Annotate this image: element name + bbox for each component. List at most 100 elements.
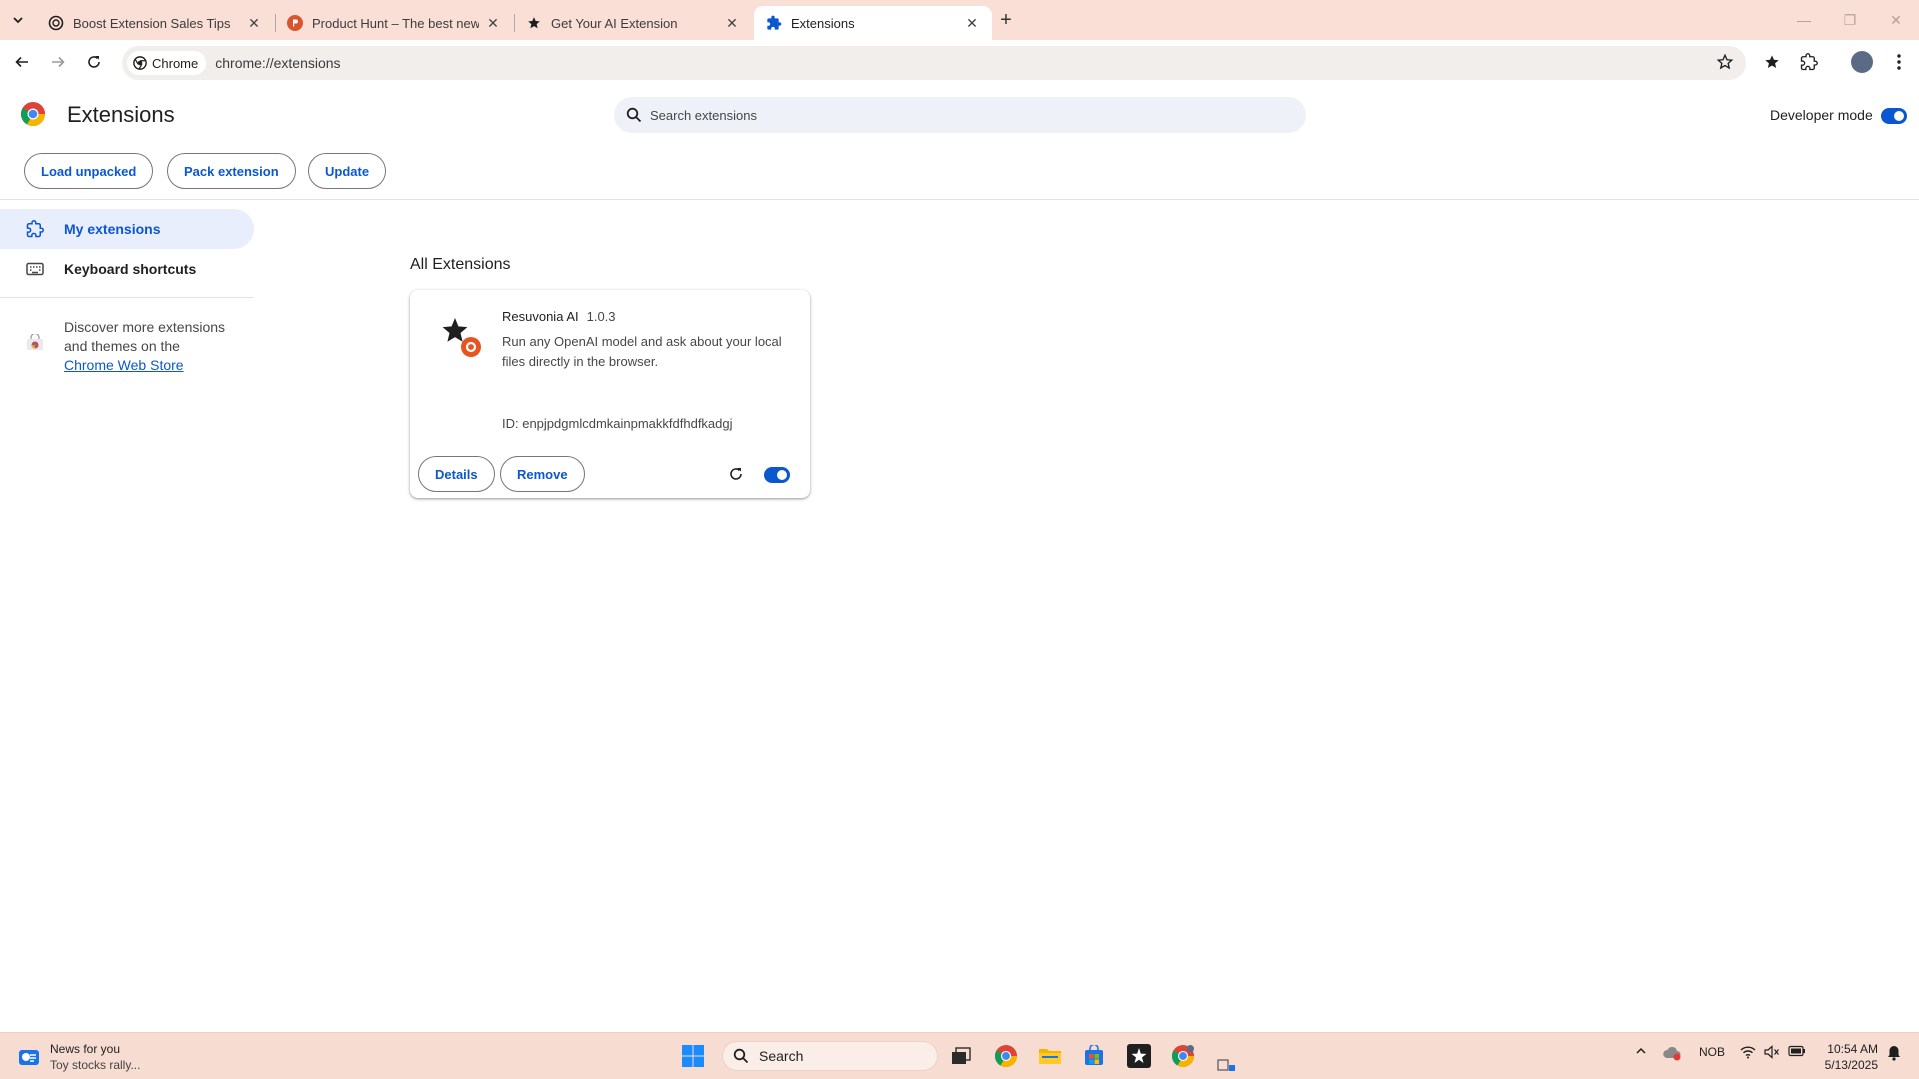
- bookmark-star-button[interactable]: [1716, 53, 1734, 76]
- chrome-web-store-link[interactable]: Chrome Web Store: [64, 357, 184, 373]
- news-widget[interactable]: News for you Toy stocks rally...: [18, 1041, 140, 1073]
- sidebar-item-my-extensions[interactable]: My extensions: [0, 209, 254, 249]
- profile-button[interactable]: [1850, 50, 1874, 74]
- tray-app-icon[interactable]: [1660, 1045, 1684, 1061]
- language-indicator[interactable]: NOB: [1696, 1045, 1728, 1059]
- sidebar-item-label: My extensions: [64, 221, 161, 237]
- extension-star-icon: [442, 318, 481, 357]
- taskbar-chrome-profile[interactable]: [1168, 1041, 1198, 1071]
- update-button[interactable]: Update: [308, 153, 387, 189]
- developer-mode-toggle[interactable]: [1881, 108, 1907, 124]
- system-clock[interactable]: 10:54 AM 5/13/2025: [1810, 1041, 1878, 1073]
- folder-icon: [1039, 1049, 1061, 1064]
- chrome-icon: [133, 56, 147, 70]
- taskbar-cursor-app[interactable]: [1124, 1041, 1154, 1071]
- tab-extensions[interactable]: Extensions ✕: [754, 6, 992, 40]
- search-extensions-input[interactable]: [650, 107, 1250, 123]
- ai-extension-toolbar-button[interactable]: [1760, 50, 1784, 74]
- address-bar[interactable]: Chrome chrome://extensions: [122, 46, 1746, 80]
- start-button[interactable]: [678, 1041, 708, 1071]
- reload-icon: [730, 468, 742, 480]
- notifications-button[interactable]: [1884, 1045, 1904, 1061]
- extensions-menu-button[interactable]: [1797, 50, 1821, 74]
- web-store-icon: [26, 332, 44, 375]
- reload-button[interactable]: [80, 48, 108, 76]
- pack-extension-button[interactable]: Pack extension: [167, 153, 296, 189]
- taskbar-chrome[interactable]: [991, 1041, 1021, 1071]
- puzzle-icon: [26, 220, 44, 238]
- sidebar-item-keyboard-shortcuts[interactable]: Keyboard shortcuts: [0, 249, 254, 289]
- chrome-menu-button[interactable]: [1887, 50, 1911, 74]
- search-icon: [626, 107, 642, 123]
- search-extensions-box[interactable]: [614, 97, 1306, 133]
- site-info-chip[interactable]: Chrome: [127, 51, 207, 75]
- tab-boost-extension[interactable]: Boost Extension Sales Tips ✕: [36, 6, 274, 40]
- close-icon[interactable]: ✕: [724, 15, 740, 31]
- volume-muted-icon[interactable]: [1762, 1045, 1782, 1059]
- extension-description: Run any OpenAI model and ask about your …: [502, 334, 782, 369]
- forward-button[interactable]: [44, 48, 72, 76]
- news-title: News for you: [50, 1042, 121, 1056]
- wifi-icon[interactable]: [1738, 1045, 1758, 1059]
- details-button[interactable]: Details: [418, 456, 495, 492]
- notification-bell-icon: [1888, 1046, 1900, 1061]
- chrome-logo-icon: [21, 102, 45, 126]
- extension-enable-toggle[interactable]: [764, 467, 790, 483]
- close-window-button[interactable]: ✕: [1873, 0, 1919, 40]
- product-hunt-icon: [287, 15, 303, 31]
- task-view-icon: [952, 1047, 971, 1064]
- app-icon: [1127, 1044, 1151, 1068]
- close-icon[interactable]: ✕: [485, 15, 501, 31]
- tab-title: Boost Extension Sales Tips: [73, 15, 231, 31]
- tab-product-hunt[interactable]: Product Hunt – The best new p ✕: [275, 6, 513, 40]
- restore-button[interactable]: ❐: [1827, 0, 1873, 40]
- chrome-icon: [1172, 1045, 1194, 1067]
- search-icon: [733, 1048, 749, 1064]
- back-button[interactable]: [8, 48, 36, 76]
- extensions-header: Extensions Developer mode Load unpacked …: [0, 86, 1919, 200]
- extension-id: ID: enpjpdgmlcdmkainpmakkfdfhdfkadgj: [502, 416, 733, 431]
- taskbar-search[interactable]: Search: [722, 1041, 938, 1071]
- weather-news-icon: [19, 1050, 39, 1065]
- chevron-down-icon: [13, 17, 23, 24]
- puzzle-icon: [766, 15, 782, 31]
- sidebar-divider: [0, 297, 254, 298]
- developer-mode-label: Developer mode: [1770, 107, 1873, 123]
- arrow-left-icon: [15, 56, 28, 68]
- cloud-alert-icon: [1663, 1046, 1681, 1061]
- tab-title: Get Your AI Extension: [551, 15, 678, 31]
- restore-icon: ❐: [1843, 11, 1857, 28]
- battery-icon[interactable]: [1786, 1045, 1808, 1057]
- load-unpacked-button[interactable]: Load unpacked: [24, 153, 154, 189]
- puzzle-icon: [1800, 53, 1818, 71]
- page-title: Extensions: [67, 102, 175, 127]
- url-text[interactable]: chrome://extensions: [215, 55, 340, 71]
- close-icon[interactable]: ✕: [246, 15, 262, 31]
- tab-title: Extensions: [791, 15, 855, 31]
- news-subtitle: Toy stocks rally...: [50, 1058, 141, 1072]
- star-icon: [526, 15, 542, 31]
- close-icon[interactable]: ✕: [964, 15, 980, 31]
- minimize-icon: —: [1797, 12, 1811, 28]
- tab-search-button[interactable]: [6, 8, 30, 32]
- sidebar-item-label: Keyboard shortcuts: [64, 261, 197, 277]
- new-tab-button[interactable]: +: [994, 8, 1018, 32]
- windows-taskbar: News for you Toy stocks rally... Search …: [0, 1032, 1919, 1079]
- tab-get-ai-extension[interactable]: Get Your AI Extension ✕: [514, 6, 752, 40]
- keyboard-icon: [26, 260, 44, 278]
- reload-extension-button[interactable]: [726, 464, 746, 484]
- minimize-button[interactable]: —: [1781, 0, 1827, 40]
- taskbar-tool[interactable]: [1212, 1051, 1242, 1079]
- taskbar-file-explorer[interactable]: [1035, 1041, 1065, 1071]
- openai-icon: [48, 15, 64, 31]
- clock-time: 10:54 AM: [1827, 1042, 1878, 1056]
- show-hidden-icons-button[interactable]: [1632, 1045, 1650, 1057]
- tab-strip: Boost Extension Sales Tips ✕ Product Hun…: [0, 0, 1919, 40]
- taskbar-store[interactable]: [1079, 1041, 1109, 1071]
- task-view-button[interactable]: [946, 1041, 976, 1071]
- discover-more-section: Discover more extensions and themes on t…: [26, 318, 246, 375]
- remove-button[interactable]: Remove: [500, 456, 585, 492]
- tool-icon: [1217, 1059, 1235, 1071]
- avatar: [1851, 51, 1873, 73]
- extension-card: Resuvonia AI 1.0.3 Run any OpenAI model a…: [410, 290, 810, 498]
